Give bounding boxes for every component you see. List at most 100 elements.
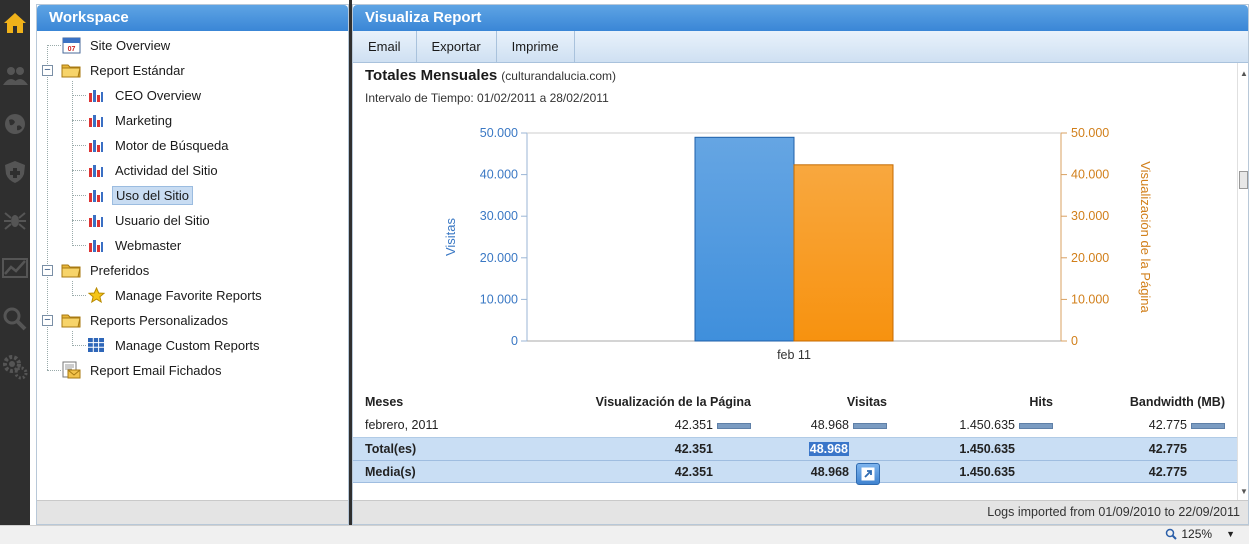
y-tick-label-right: 30.000: [1071, 209, 1109, 223]
report-heading: Totales Mensuales (culturandalucia.com): [365, 67, 616, 84]
icon-rail: [0, 0, 30, 525]
table-average-row: Media(s) 42.351 48.968 1.450.635 42.775: [353, 460, 1239, 485]
average-label: Media(s): [365, 465, 416, 479]
mini-bar: [1191, 422, 1225, 429]
chart-icon: [86, 186, 106, 204]
chart-icon: [86, 211, 106, 229]
table-header: Meses: [365, 395, 404, 409]
y-tick-label-left: 0: [511, 334, 518, 348]
tree-connector: [72, 245, 86, 246]
tree-item-marketing[interactable]: Marketing: [86, 109, 175, 131]
tree-item-usuario-sitio[interactable]: Usuario del Sitio: [86, 209, 213, 231]
open-external-icon[interactable]: [856, 463, 880, 485]
y-axis-title-right: Visualización de la Página: [1138, 161, 1153, 313]
print-button[interactable]: Imprime: [497, 31, 575, 63]
table-row: febrero, 2011 42.351 48.968 1.450.635 42…: [353, 414, 1239, 437]
report-panel-title: Visualiza Report: [353, 5, 1248, 31]
table-header: Hits: [1029, 395, 1053, 409]
table-header: Visualización de la Página: [595, 395, 751, 409]
mini-bar: [1019, 422, 1053, 429]
tree-item-label: Manage Favorite Reports: [115, 287, 262, 303]
tree-item-label: Marketing: [115, 112, 173, 128]
scroll-thumb[interactable]: [1239, 171, 1248, 189]
zoom-dropdown-icon[interactable]: ▼: [1226, 529, 1235, 539]
tree-item-label: Reports Personalizados: [90, 312, 229, 328]
mini-bar: [853, 422, 887, 429]
tree-connector: [72, 345, 86, 346]
gears-icon[interactable]: [0, 350, 30, 384]
tree-connector: [72, 120, 86, 121]
browser-status-bar: 125% ▼: [0, 525, 1249, 544]
scroll-down-arrow-icon[interactable]: ▼: [1240, 487, 1248, 496]
tree-connector: [72, 81, 73, 246]
y-tick-label-right: 20.000: [1071, 251, 1109, 265]
spider-icon[interactable]: [0, 203, 30, 237]
calendar-icon: 07: [61, 36, 81, 54]
vertical-scrollbar[interactable]: ▲ ▼: [1237, 63, 1248, 500]
tree-folder-report-estandar[interactable]: Report Estándar: [61, 59, 188, 81]
tree-folder-personalizados[interactable]: Reports Personalizados: [61, 309, 231, 331]
workspace-footer: [37, 500, 348, 524]
tree-connector: [72, 145, 86, 146]
table-cell-month: febrero, 2011: [365, 418, 439, 432]
tree-connector: [47, 45, 61, 46]
search-icon[interactable]: [0, 302, 30, 336]
trend-icon[interactable]: [0, 251, 30, 285]
table-cell-value: 42.775: [1148, 418, 1187, 432]
total-visits[interactable]: 48.968: [808, 438, 849, 461]
table-total-row: Total(es) 42.351 48.968 1.450.635 42.775: [353, 437, 1239, 460]
tree-connector: [72, 95, 86, 96]
chart-icon: [86, 86, 106, 104]
tree-item-site-overview[interactable]: 07 Site Overview: [61, 34, 173, 56]
globe-icon[interactable]: [0, 107, 30, 141]
average-bandwidth: 42.775: [1148, 465, 1187, 479]
y-tick-label-left: 50.000: [480, 126, 518, 140]
tree-connector: [72, 220, 86, 221]
tree-item-email-reports[interactable]: Report Email Fichados: [61, 359, 225, 381]
table-header: Visitas: [846, 395, 887, 409]
workspace-title: Workspace: [37, 5, 348, 31]
report-heading-text: Totales Mensuales: [365, 67, 498, 84]
bar-visitas: [694, 136, 795, 342]
grid-icon: [86, 336, 106, 354]
tree-item-ceo-overview[interactable]: CEO Overview: [86, 84, 204, 106]
average-hits: 1.450.635: [959, 465, 1015, 479]
collapse-report-estandar-toggle[interactable]: −: [42, 65, 53, 76]
zoom-control[interactable]: 125% ▼: [1165, 527, 1235, 541]
tree-item-uso-sitio[interactable]: Uso del Sitio: [86, 184, 193, 206]
y-tick-label-left: 30.000: [480, 209, 518, 223]
shield-icon[interactable]: [0, 155, 30, 189]
collapse-personalizados-toggle[interactable]: −: [42, 315, 53, 326]
tree-item-label: Actividad del Sitio: [115, 162, 218, 178]
tree-item-webmaster[interactable]: Webmaster: [86, 234, 184, 256]
tree-connector: [72, 295, 86, 296]
tree-item-label: Site Overview: [90, 37, 171, 53]
table-cell-value: 1.450.635: [959, 418, 1015, 432]
report-toolbar: Email Exportar Imprime: [353, 31, 1248, 63]
tree-item-label: Manage Custom Reports: [115, 337, 260, 353]
report-footer: Logs imported from 01/09/2010 to 22/09/2…: [353, 500, 1248, 524]
folder-icon: [61, 261, 81, 279]
tree-connector: [72, 170, 86, 171]
tree-item-motor-busqueda[interactable]: Motor de Búsqueda: [86, 134, 231, 156]
tree-folder-preferidos[interactable]: Preferidos: [61, 259, 152, 281]
tree-item-label: Motor de Búsqueda: [115, 137, 229, 153]
table-cell-value: 42.351: [674, 418, 713, 432]
tree-item-actividad-sitio[interactable]: Actividad del Sitio: [86, 159, 221, 181]
y-tick-label-right: 10.000: [1071, 292, 1109, 306]
workspace-panel: Workspace − − − 07 Site Overview Report …: [36, 4, 349, 525]
table-header-row: Meses Visualización de la Página Visitas…: [353, 391, 1239, 414]
tree-item-manage-favorites[interactable]: Manage Favorite Reports: [86, 284, 265, 306]
export-button[interactable]: Exportar: [417, 31, 497, 63]
tree-connector: [47, 370, 61, 371]
y-axis-title-left: Visitas: [443, 217, 458, 256]
collapse-preferidos-toggle[interactable]: −: [42, 265, 53, 276]
scroll-up-arrow-icon[interactable]: ▲: [1240, 69, 1248, 78]
bar-chart: 0 0 10.000 10.000 20.000 20.000 30.000 30.000 40…: [443, 126, 1153, 362]
email-button[interactable]: Email: [353, 31, 417, 63]
home-icon[interactable]: [0, 6, 30, 40]
table-cell: 48.968: [811, 414, 887, 437]
users-icon[interactable]: [0, 59, 30, 93]
tree-item-manage-custom[interactable]: Manage Custom Reports: [86, 334, 263, 356]
table-header: Bandwidth (MB): [1129, 395, 1225, 409]
